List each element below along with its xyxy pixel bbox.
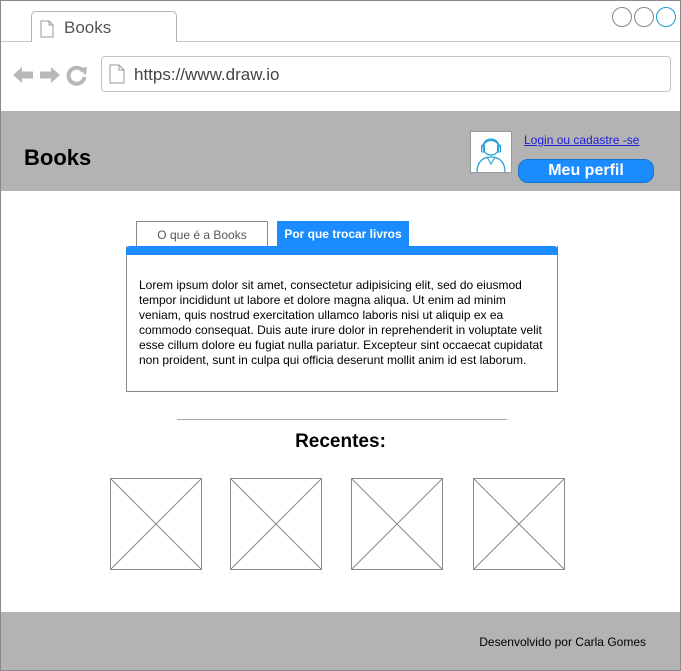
book-thumbnail-image[interactable] (473, 478, 565, 570)
minimize-button[interactable] (612, 7, 632, 27)
tab-panel-text: Lorem ipsum dolor sit amet, consectetur … (139, 278, 543, 367)
maximize-button[interactable] (634, 7, 654, 27)
avatar[interactable] (470, 131, 512, 173)
book-thumbnail-image[interactable] (351, 478, 443, 570)
recent-section-title: Recentes: (295, 431, 386, 452)
tab-panel-accent-bar (126, 246, 558, 255)
window-controls (612, 7, 676, 27)
user-icon (476, 138, 506, 173)
page-icon (40, 20, 54, 38)
reload-icon[interactable] (65, 64, 89, 86)
forward-arrow-icon[interactable] (38, 64, 62, 86)
site-title: Books (24, 145, 92, 170)
site-header: Books Login ou cadastre -se Meu perfil (1, 111, 680, 191)
recent-books-list (1, 478, 680, 570)
browser-tab-strip: Books (1, 1, 680, 43)
book-thumbnail-image[interactable] (230, 478, 322, 570)
footer-credit: Desenvolvido por Carla Gomes (479, 635, 646, 649)
login-link[interactable]: Login ou cadastre -se (524, 133, 639, 147)
tab-panel: Lorem ipsum dolor sit amet, consectetur … (126, 246, 558, 392)
back-arrow-icon[interactable] (11, 64, 35, 86)
browser-tab[interactable]: Books (31, 11, 177, 43)
browser-window: Books https://www.draw.io Books Login ou… (0, 0, 681, 671)
browser-toolbar: https://www.draw.io (1, 42, 680, 111)
book-thumbnail-image[interactable] (110, 478, 202, 570)
nav-controls (11, 64, 89, 86)
tab-about[interactable]: O que é a Books (136, 221, 268, 247)
profile-button[interactable]: Meu perfil (518, 159, 654, 183)
url-text: https://www.draw.io (134, 65, 280, 84)
close-button[interactable] (656, 7, 676, 27)
tab-why-trade[interactable]: Por que trocar livros (277, 221, 409, 247)
section-divider (177, 419, 507, 420)
site-footer: Desenvolvido por Carla Gomes (1, 612, 680, 670)
address-bar[interactable]: https://www.draw.io (101, 56, 671, 92)
page-icon (109, 64, 125, 84)
browser-tab-title: Books (64, 18, 112, 37)
